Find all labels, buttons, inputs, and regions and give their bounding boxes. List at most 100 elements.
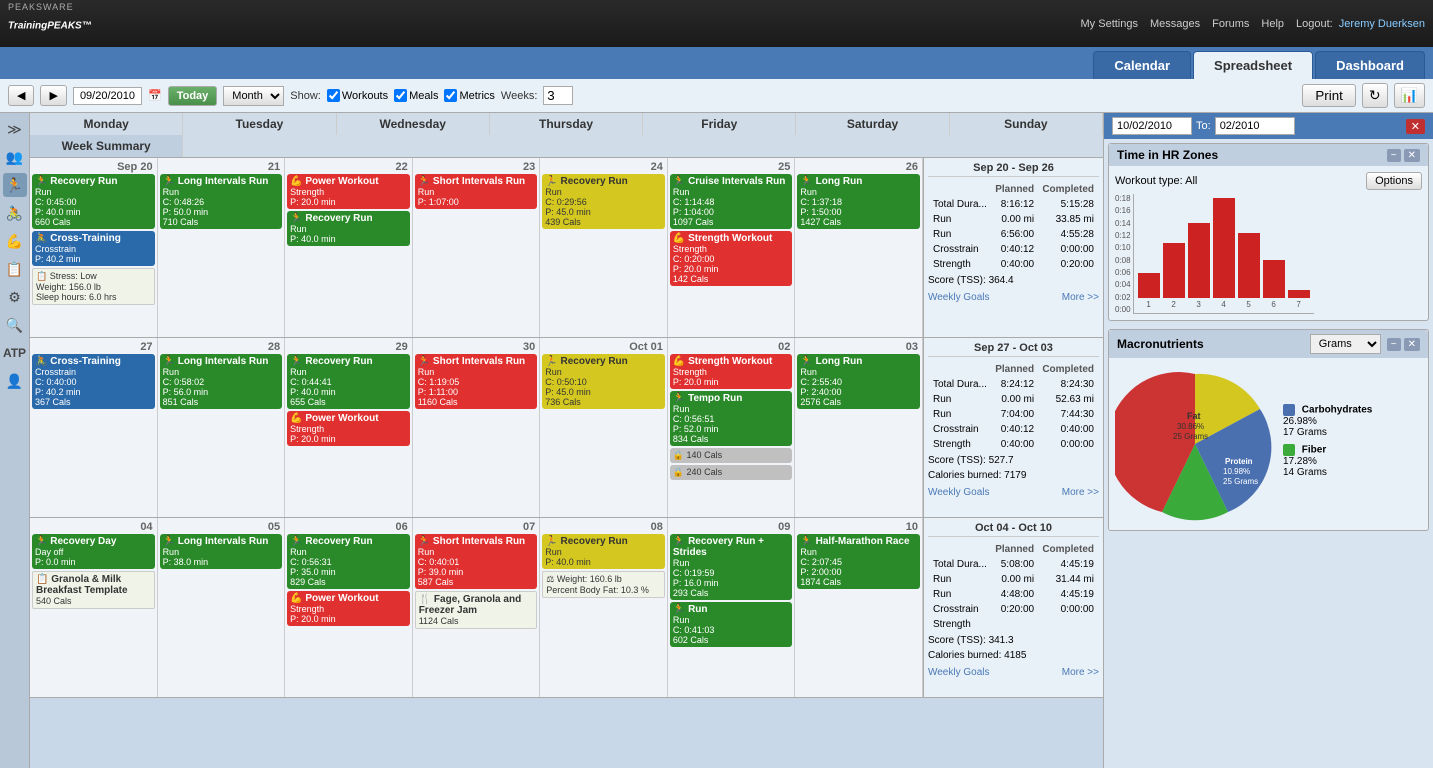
cal-cell-sep27[interactable]: 27 🚴 Cross-Training CrosstrainC: 0:40:00… [30,338,158,517]
macro-close-button[interactable]: ✕ [1404,338,1420,351]
event-short-intervals-sep30[interactable]: 🏃 Short Intervals Run RunC: 1:19:05P: 1:… [415,354,538,409]
meals-checkbox[interactable] [394,89,407,102]
cal-cell-oct10[interactable]: 10 🏃 Half-Marathon Race RunC: 2:07:45P: … [795,518,923,697]
event-power-workout-oct06[interactable]: 💪 Power Workout StrengthP: 20.0 min [287,591,410,626]
view-select[interactable]: Month Week Day [223,86,284,106]
cal-cell-oct07[interactable]: 07 🏃 Short Intervals Run RunC: 0:40:01P:… [413,518,541,697]
cal-cell-oct04[interactable]: 04 🏃 Recovery Day Day offP: 0.0 min 📋 Gr… [30,518,158,697]
workouts-checkbox-label[interactable]: Workouts [327,89,388,102]
event-recovery-run-sep22[interactable]: 🏃 Recovery Run RunP: 40.0 min [287,211,410,246]
cal-cell-sep21[interactable]: 21 🏃 Long Intervals Run RunC: 0:48:26P: … [158,158,286,337]
from-date-input[interactable] [1112,117,1192,135]
cal-cell-sep25[interactable]: 25 🏃 Cruise Intervals Run RunC: 1:14:48P… [668,158,796,337]
sidebar-search-icon[interactable]: 🔍 [3,313,27,337]
event-cruise-intervals-sep25[interactable]: 🏃 Cruise Intervals Run RunC: 1:14:48P: 1… [670,174,793,229]
cal-cell-oct02[interactable]: 02 💪 Strength Workout StrengthP: 20.0 mi… [668,338,796,517]
messages-link[interactable]: Messages [1150,18,1200,30]
cal-cell-sep24[interactable]: 24 🏃 Recovery Run RunC: 0:29:56P: 45.0 m… [540,158,668,337]
cal-cell-sep23[interactable]: 23 🏃 Short Intervals Run RunP: 1:07:00 [413,158,541,337]
event-short-intervals-sep23[interactable]: 🏃 Short Intervals Run RunP: 1:07:00 [415,174,538,209]
cal-cell-oct09[interactable]: 09 🏃 Recovery Run + Strides RunC: 0:19:5… [668,518,796,697]
event-recovery-day-oct04[interactable]: 🏃 Recovery Day Day offP: 0.0 min [32,534,155,569]
tab-dashboard[interactable]: Dashboard [1315,51,1425,79]
event-cross-training-sep20[interactable]: 🚴 Cross-Training CrosstrainP: 40.2 min [32,231,155,266]
more-link-3[interactable]: More >> [1062,667,1099,678]
cal-cell-sep20[interactable]: Sep 20 🏃 Recovery Run RunC: 0:45:00P: 40… [30,158,158,337]
event-half-marathon-oct10[interactable]: 🏃 Half-Marathon Race RunC: 2:07:45P: 2:0… [797,534,920,589]
cal-cell-sep30[interactable]: 30 🏃 Short Intervals Run RunC: 1:19:05P:… [413,338,541,517]
help-link[interactable]: Help [1261,18,1284,30]
next-button[interactable]: ▶ [40,85,66,106]
event-strength-workout-oct02[interactable]: 💪 Strength Workout StrengthP: 20.0 min [670,354,793,389]
metrics-checkbox-label[interactable]: Metrics [444,89,494,102]
prev-button[interactable]: ◀ [8,85,34,106]
weekly-goals-1[interactable]: Weekly Goals [928,292,990,303]
cal-cell-oct03[interactable]: 03 🏃 Long Run RunC: 2:55:40P: 2:40:00257… [795,338,923,517]
event-recovery-run-oct06[interactable]: 🏃 Recovery Run RunC: 0:56:31P: 35.0 min8… [287,534,410,589]
sidebar-settings-icon[interactable]: ⚙ [3,285,27,309]
cal-cell-oct01[interactable]: Oct 01 🏃 Recovery Run RunC: 0:50:10P: 45… [540,338,668,517]
event-run-oct09[interactable]: 🏃 Run RunC: 0:41:03602 Cals [670,602,793,647]
cal-icon[interactable]: 📅 [148,89,162,102]
event-fage-oct07[interactable]: 🍴 Fage, Granola and Freezer Jam 1124 Cal… [415,591,538,629]
event-recovery-strides-oct09[interactable]: 🏃 Recovery Run + Strides RunC: 0:19:59P:… [670,534,793,600]
sidebar-notes-icon[interactable]: 📋 [3,257,27,281]
event-granola-oct04[interactable]: 📋 Granola & Milk Breakfast Template 540 … [32,571,155,609]
event-cross-training-sep27[interactable]: 🚴 Cross-Training CrosstrainC: 0:40:00P: … [32,354,155,409]
event-locked2-oct02[interactable]: 🔒 240 Cals [670,465,793,480]
macro-unit-select[interactable]: Grams Calories Percent [1310,334,1381,354]
my-settings-link[interactable]: My Settings [1081,18,1138,30]
event-recovery-run-oct08[interactable]: 🏃 Recovery Run RunP: 40.0 min [542,534,665,569]
event-locked1-oct02[interactable]: 🔒 140 Cals [670,448,793,463]
sidebar-run-icon[interactable]: 🏃 [3,173,27,197]
tab-spreadsheet[interactable]: Spreadsheet [1193,51,1313,79]
forums-link[interactable]: Forums [1212,18,1249,30]
event-strength-workout-sep25[interactable]: 💪 Strength Workout StrengthC: 0:20:00P: … [670,231,793,286]
cal-cell-sep22[interactable]: 22 💪 Power Workout StrengthP: 20.0 min 🏃… [285,158,413,337]
event-power-workout-sep22[interactable]: 💪 Power Workout StrengthP: 20.0 min [287,174,410,209]
workouts-checkbox[interactable] [327,89,340,102]
hr-zones-options-button[interactable]: Options [1366,172,1422,190]
meals-checkbox-label[interactable]: Meals [394,89,438,102]
event-power-workout-sep29[interactable]: 💪 Power Workout StrengthP: 20.0 min [287,411,410,446]
hr-zones-minimize-button[interactable]: − [1387,149,1401,162]
weekly-goals-2[interactable]: Weekly Goals [928,487,990,498]
user-link[interactable]: Jeremy Duerksen [1339,18,1425,30]
sidebar-bike-icon[interactable]: 🚴 [3,201,27,225]
refresh-button[interactable]: ↻ [1362,83,1388,108]
tab-calendar[interactable]: Calendar [1093,51,1191,79]
more-link-1[interactable]: More >> [1062,292,1099,303]
weekly-goals-3[interactable]: Weekly Goals [928,667,990,678]
metrics-checkbox[interactable] [444,89,457,102]
event-recovery-run-sep29[interactable]: 🏃 Recovery Run RunC: 0:44:41P: 40.0 min6… [287,354,410,409]
cal-cell-sep28[interactable]: 28 🏃 Long Intervals Run RunC: 0:58:02P: … [158,338,286,517]
cal-cell-oct05[interactable]: 05 🏃 Long Intervals Run RunP: 38.0 min [158,518,286,697]
event-short-intervals-oct07[interactable]: 🏃 Short Intervals Run RunC: 0:40:01P: 39… [415,534,538,589]
event-long-intervals-sep28[interactable]: 🏃 Long Intervals Run RunC: 0:58:02P: 56.… [160,354,283,409]
sidebar-atp-icon[interactable]: ATP [3,341,27,365]
sidebar-profile-icon[interactable]: 👤 [3,369,27,393]
event-long-intervals-oct05[interactable]: 🏃 Long Intervals Run RunP: 38.0 min [160,534,283,569]
cal-cell-sep29[interactable]: 29 🏃 Recovery Run RunC: 0:44:41P: 40.0 m… [285,338,413,517]
macro-minimize-button[interactable]: − [1387,338,1401,351]
cal-cell-oct06[interactable]: 06 🏃 Recovery Run RunC: 0:56:31P: 35.0 m… [285,518,413,697]
event-recovery-run-sep24[interactable]: 🏃 Recovery Run RunC: 0:29:56P: 45.0 min4… [542,174,665,229]
hr-zones-close-button[interactable]: ✕ [1404,149,1420,162]
print-button[interactable]: Print [1302,84,1355,107]
chart-button[interactable]: 📊 [1394,83,1425,108]
today-button[interactable]: Today [168,86,218,106]
cal-cell-oct08[interactable]: 08 🏃 Recovery Run RunP: 40.0 min ⚖ Weigh… [540,518,668,697]
more-link-2[interactable]: More >> [1062,487,1099,498]
right-panel-close-button[interactable]: ✕ [1406,119,1425,134]
sidebar-strength-icon[interactable]: 💪 [3,229,27,253]
event-recovery-run-oct01[interactable]: 🏃 Recovery Run RunC: 0:50:10P: 45.0 min7… [542,354,665,409]
to-date-input[interactable] [1215,117,1295,135]
event-weight-oct08[interactable]: ⚖ Weight: 160.6 lbPercent Body Fat: 10.3… [542,571,665,598]
event-long-intervals-sep21[interactable]: 🏃 Long Intervals Run RunC: 0:48:26P: 50.… [160,174,283,229]
weeks-input[interactable] [543,86,573,105]
event-long-run-sep26[interactable]: 🏃 Long Run RunC: 1:37:18P: 1:50:001427 C… [797,174,920,229]
cal-cell-sep26[interactable]: 26 🏃 Long Run RunC: 1:37:18P: 1:50:00142… [795,158,923,337]
sidebar-athletes-icon[interactable]: 👥 [3,145,27,169]
sidebar-collapse-icon[interactable]: ≫ [3,117,27,141]
event-long-run-oct03[interactable]: 🏃 Long Run RunC: 2:55:40P: 2:40:002576 C… [797,354,920,409]
